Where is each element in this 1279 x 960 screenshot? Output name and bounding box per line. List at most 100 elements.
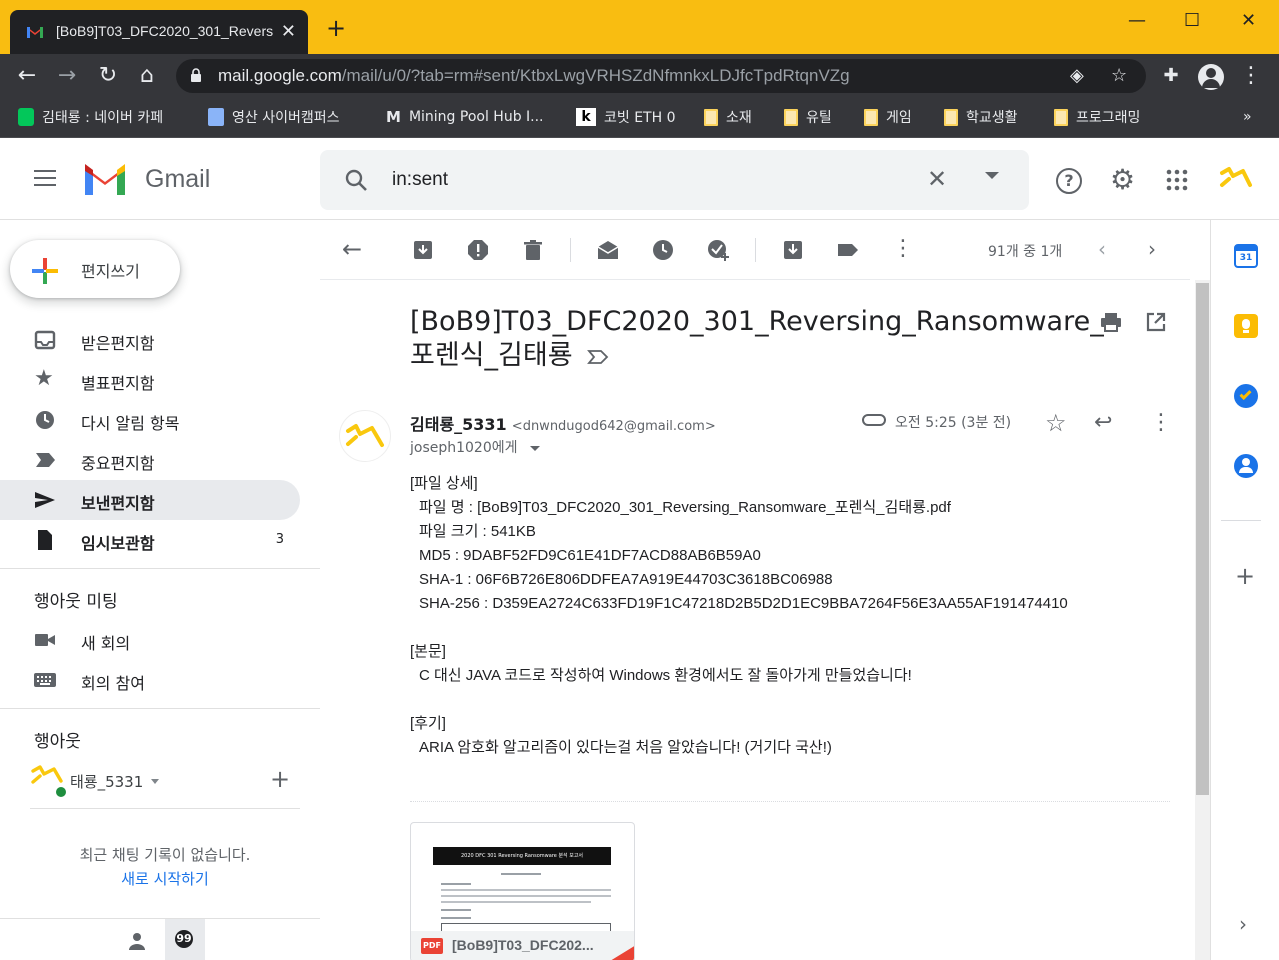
thumb-line <box>441 917 471 919</box>
tab-close-icon[interactable]: ✕ <box>281 21 296 42</box>
scrollbar-thumb[interactable] <box>1196 283 1209 795</box>
reload-icon[interactable]: ↻ <box>95 63 121 89</box>
maximize-button[interactable]: ☐ <box>1184 10 1200 31</box>
nav-sent[interactable]: 보낸편지함 <box>0 480 300 520</box>
extensions-icon[interactable]: ✚ <box>1158 63 1184 89</box>
new-tab-button[interactable]: + <box>326 16 346 40</box>
k-logo-icon: k <box>576 108 596 126</box>
get-addons-icon[interactable]: + <box>1235 562 1255 590</box>
attachment-file-name: [BoB9]T03_DFC202... <box>452 937 594 953</box>
browser-tab-active[interactable]: [BoB9]T03_DFC2020_301_Revers ✕ <box>10 10 308 54</box>
close-window-button[interactable]: ✕ <box>1241 10 1256 31</box>
gmail-logo-icon[interactable] <box>82 161 128 197</box>
url-text: mail.google.com/mail/u/0/?tab=rm#sent/Kt… <box>218 66 850 86</box>
bookmark-folder-school[interactable]: 학교생활 <box>944 106 1018 128</box>
gmail-wordmark: Gmail <box>145 165 211 193</box>
open-new-window-icon[interactable] <box>1146 312 1166 332</box>
more-bookmarks-button[interactable]: » <box>1243 106 1252 128</box>
nav-drafts[interactable]: 임시보관함 3 <box>0 520 300 560</box>
sender-avatar[interactable] <box>339 410 391 462</box>
hangouts-chat-icon[interactable]: 99 <box>165 919 205 960</box>
bookmark-folder-game[interactable]: 게임 <box>864 106 912 128</box>
clear-search-icon[interactable]: ✕ <box>927 165 947 193</box>
contacts-side-icon[interactable] <box>1234 454 1258 478</box>
nav-important[interactable]: 중요편지함 <box>0 440 300 480</box>
add-hangout-icon[interactable]: + <box>270 765 290 793</box>
back-to-list-icon[interactable]: ← <box>342 235 364 263</box>
snooze-icon[interactable] <box>652 239 674 261</box>
report-spam-icon[interactable] <box>467 239 489 261</box>
compose-button[interactable]: 편지쓰기 <box>10 240 180 298</box>
nav-snoozed[interactable]: 다시 알림 항목 <box>0 400 300 440</box>
address-bar[interactable]: mail.google.com/mail/u/0/?tab=rm#sent/Kt… <box>176 59 1146 93</box>
delete-icon[interactable] <box>522 239 544 261</box>
thumb-line <box>441 901 591 903</box>
mark-unread-icon[interactable] <box>597 239 619 261</box>
extension-eye-icon[interactable]: ◈ <box>1070 65 1084 86</box>
toolbar-separator <box>570 238 571 262</box>
home-icon[interactable]: ⌂ <box>134 63 160 89</box>
search-icon[interactable] <box>344 168 368 192</box>
nav-inbox[interactable]: 받은편지함 <box>0 320 300 360</box>
bookmark-cybercampus[interactable]: 영산 사이버캠퍼스 <box>208 106 340 128</box>
show-details-icon[interactable] <box>529 445 540 451</box>
important-marker-icon[interactable] <box>587 349 609 365</box>
forward-icon[interactable]: → <box>54 63 80 89</box>
keep-icon[interactable] <box>1234 314 1258 338</box>
settings-gear-icon[interactable]: ⚙ <box>1110 163 1135 196</box>
thumb-line <box>441 909 471 911</box>
star-message-icon[interactable]: ☆ <box>1045 409 1067 437</box>
newer-icon[interactable]: ‹ <box>1098 237 1120 261</box>
meet-join-meeting[interactable]: 회의 참여 <box>0 660 300 700</box>
gmail-header: Gmail in:sent ✕ ? ⚙ <box>0 139 1279 220</box>
label-icon[interactable] <box>837 239 859 261</box>
body-sha256: SHA-256 : D359EA2724C633FD19F1C47218D2B5… <box>419 595 1068 612</box>
help-icon[interactable]: ? <box>1056 168 1082 194</box>
bookmark-mining-pool[interactable]: M Mining Pool Hub I... <box>386 106 544 128</box>
draft-icon <box>38 530 52 550</box>
chrome-menu-icon[interactable]: ⋮ <box>1238 63 1264 89</box>
bookmark-star-icon[interactable]: ☆ <box>1111 65 1127 86</box>
back-icon[interactable]: ← <box>14 63 40 89</box>
expand-panel-icon[interactable]: › <box>1239 912 1247 936</box>
bookmark-korbit[interactable]: k 코빗 ETH 0 <box>576 106 676 128</box>
apps-grid-icon[interactable] <box>1166 169 1188 191</box>
compose-plus-icon <box>32 258 58 284</box>
reply-icon[interactable]: ↩ <box>1094 410 1112 435</box>
add-to-tasks-icon[interactable] <box>707 239 729 261</box>
main-menu-icon[interactable] <box>34 170 56 188</box>
attachment-card[interactable]: 2020 DFC 301 Reversing Ransomware 분석 보고서… <box>410 822 635 960</box>
body-section-review: [후기] <box>410 715 446 732</box>
hangouts-user[interactable]: 태룡_5331 <box>30 765 170 799</box>
attachment-footer: PDF [BoB9]T03_DFC202... <box>411 931 634 960</box>
older-icon[interactable]: › <box>1148 237 1170 261</box>
start-chat-link[interactable]: 새로 시작하기 <box>0 868 330 889</box>
body-sha1: SHA-1 : 06F6B726E806DDFEA7A919E44703C361… <box>419 571 833 588</box>
bookmark-naver-cafe[interactable]: 김태룡 : 네이버 카페 <box>18 106 163 128</box>
sender-name[interactable]: 김태룡_5331 <box>410 415 507 434</box>
tab-title: [BoB9]T03_DFC2020_301_Revers <box>56 23 274 39</box>
archive-icon[interactable] <box>412 239 434 261</box>
search-bar[interactable]: in:sent ✕ <box>320 150 1029 210</box>
move-to-icon[interactable] <box>782 239 804 261</box>
thumb-line <box>441 889 611 891</box>
search-input[interactable]: in:sent <box>392 169 448 191</box>
bookmark-folder-util[interactable]: 유틸 <box>784 106 832 128</box>
bookmark-label: 소재 <box>726 110 752 126</box>
profile-avatar-icon[interactable] <box>1198 64 1224 90</box>
search-options-icon[interactable] <box>985 172 999 179</box>
nav-starred[interactable]: ★ 별표편지함 <box>0 360 300 400</box>
minimize-button[interactable]: — <box>1128 10 1146 31</box>
print-icon[interactable] <box>1100 312 1122 332</box>
bookmark-folder-programming[interactable]: 프로그래밍 <box>1054 106 1140 128</box>
meet-new-meeting[interactable]: 새 회의 <box>0 620 300 660</box>
more-actions-icon[interactable]: ⋮ <box>892 236 914 261</box>
m-logo-icon: M <box>386 108 401 126</box>
message-more-icon[interactable]: ⋮ <box>1150 410 1172 435</box>
recipients[interactable]: joseph1020에게 <box>410 437 540 457</box>
calendar-icon[interactable]: 31 <box>1234 244 1258 268</box>
contacts-icon[interactable] <box>127 932 147 950</box>
tasks-icon[interactable] <box>1234 384 1258 408</box>
bookmark-folder-material[interactable]: 소재 <box>704 106 752 128</box>
account-avatar-icon[interactable] <box>1219 165 1253 195</box>
